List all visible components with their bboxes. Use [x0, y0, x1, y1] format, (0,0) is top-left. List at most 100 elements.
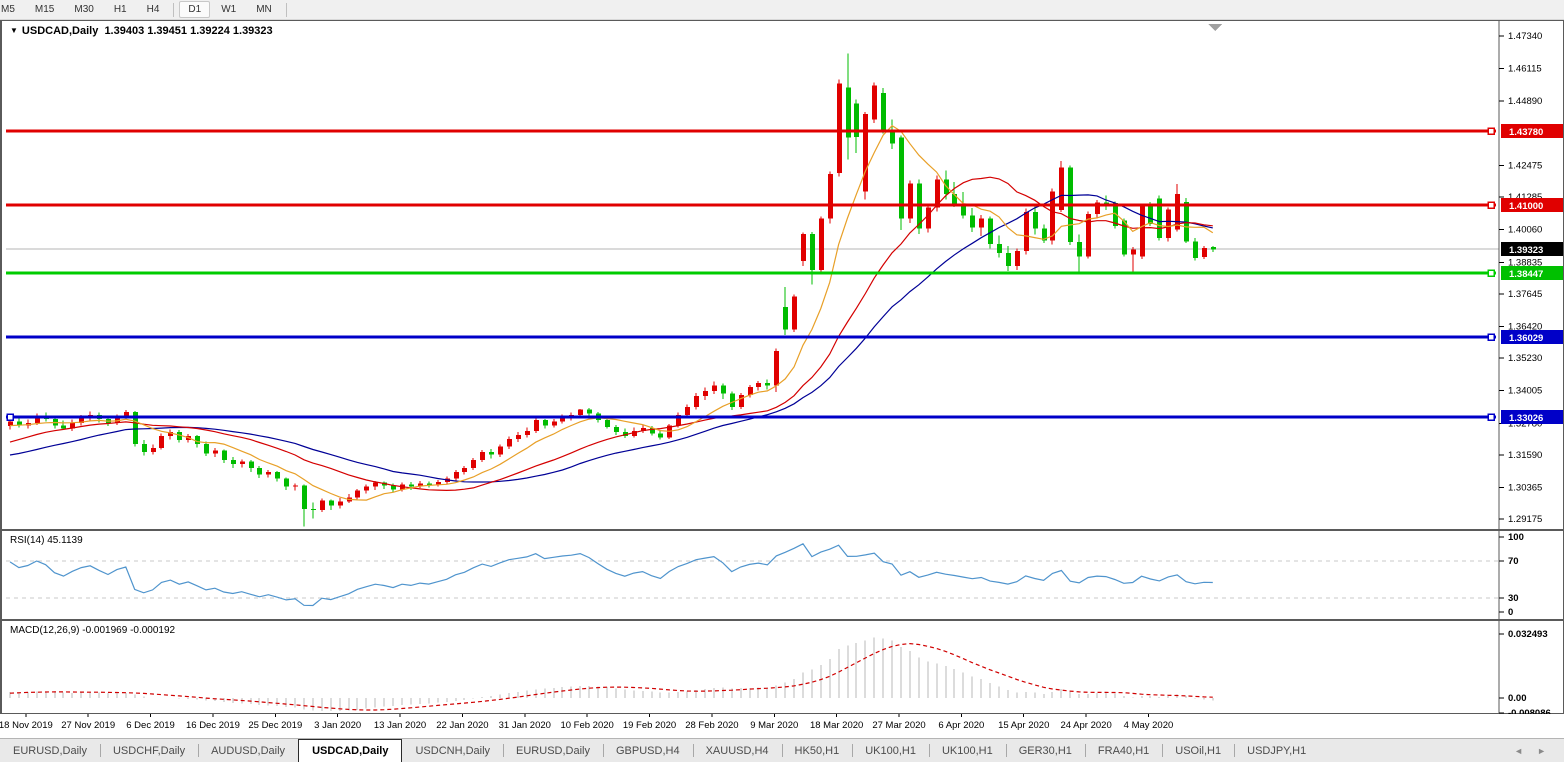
candle-body	[658, 433, 663, 437]
date-tick-label: 6 Apr 2020	[938, 720, 984, 731]
candle-body	[1148, 205, 1153, 224]
toolbar-separator	[173, 3, 174, 17]
candle-body	[614, 427, 619, 432]
scroll-right-icon[interactable]: ►	[1537, 746, 1546, 756]
line-handle[interactable]	[1488, 270, 1494, 276]
line-handle[interactable]	[1488, 202, 1494, 208]
timeframe-button-m30[interactable]: M30	[65, 1, 102, 18]
tab-usdjpy-h1[interactable]: USDJPY,H1	[1234, 739, 1319, 762]
chart-shift-marker	[1208, 24, 1222, 31]
tab-audusd-daily[interactable]: AUDUSD,Daily	[198, 739, 298, 762]
candle-body	[908, 183, 913, 218]
timeframe-button-m5[interactable]: M5	[0, 1, 24, 18]
candle-body	[204, 444, 209, 453]
candle-body	[373, 483, 378, 487]
price-tick-label: 1.42475	[1508, 160, 1542, 171]
chart-title: ▼ USDCAD,Daily 1.39403 1.39451 1.39224 1.…	[10, 25, 273, 37]
price-tick-label: 1.29175	[1508, 514, 1542, 525]
candle-body	[872, 86, 877, 120]
candle-body	[151, 448, 156, 452]
candle-body	[249, 461, 254, 468]
tab-fra40-h1[interactable]: FRA40,H1	[1085, 739, 1162, 762]
line-handle[interactable]	[1488, 334, 1494, 340]
candle-body	[516, 435, 521, 439]
timeframe-button-mn[interactable]: MN	[247, 1, 281, 18]
candle-body	[863, 114, 868, 191]
timeframe-button-h4[interactable]: H4	[138, 1, 169, 18]
date-tick-label: 13 Jan 2020	[374, 720, 426, 731]
price-chart-panel[interactable]: ▼ USDCAD,Daily 1.39403 1.39451 1.39224 1.…	[0, 20, 1564, 530]
timeframe-button-m15[interactable]: M15	[26, 1, 63, 18]
price-tick-label: 1.34005	[1508, 386, 1542, 397]
tab-uk100-h1[interactable]: UK100,H1	[852, 739, 929, 762]
candle-body	[1140, 205, 1145, 257]
time-axis[interactable]: 18 Nov 201927 Nov 20196 Dec 201916 Dec 2…	[0, 714, 1564, 738]
chart-title-text: USDCAD,Daily 1.39403 1.39451 1.39224 1.3…	[22, 25, 273, 37]
timeframe-toolbar: M5M15M30H1H4 D1W1MN	[0, 0, 1564, 20]
candle-body	[783, 307, 788, 330]
candle-body	[979, 219, 984, 228]
line-handle[interactable]	[1488, 414, 1494, 420]
rsi-tick-label: 100	[1508, 532, 1524, 543]
candle-body	[730, 394, 735, 407]
rsi-indicator-panel[interactable]: RSI(14) 45.1139 10070300	[0, 530, 1564, 620]
date-tick-label: 19 Feb 2020	[623, 720, 676, 731]
tab-uk100-h1[interactable]: UK100,H1	[929, 739, 1006, 762]
candle-body	[552, 421, 557, 425]
candle-body	[837, 84, 842, 173]
price-tick-label: 1.44890	[1508, 96, 1542, 107]
price-tick-label: 1.30365	[1508, 483, 1542, 494]
candle-body	[534, 420, 539, 431]
candle-body	[926, 207, 931, 228]
ma-fast-line	[10, 126, 1213, 500]
timeframe-button-w1[interactable]: W1	[212, 1, 245, 18]
chevron-down-icon[interactable]: ▼	[10, 26, 18, 35]
candle-body	[213, 451, 218, 454]
price-tick-label: 1.47340	[1508, 31, 1542, 42]
candle-body	[454, 472, 459, 479]
candle-body	[1211, 247, 1216, 249]
candle-body	[828, 174, 833, 218]
rsi-line	[10, 544, 1213, 606]
date-tick-label: 27 Nov 2019	[61, 720, 115, 731]
tab-hk50-h1[interactable]: HK50,H1	[782, 739, 853, 762]
tab-usoil-h1[interactable]: USOil,H1	[1162, 739, 1234, 762]
scroll-left-icon[interactable]: ◄	[1514, 746, 1523, 756]
tab-xauusd-h4[interactable]: XAUUSD,H4	[693, 739, 782, 762]
date-tick-label: 10 Feb 2020	[560, 720, 613, 731]
date-tick-label: 25 Dec 2019	[248, 720, 302, 731]
macd-indicator-panel[interactable]: MACD(12,26,9) -0.001969 -0.000192 0.0324…	[0, 620, 1564, 714]
tabs-holder: EURUSD,DailyUSDCHF,DailyAUDUSD,DailyUSDC…	[0, 739, 1319, 762]
tab-eurusd-daily[interactable]: EURUSD,Daily	[503, 739, 603, 762]
tab-usdcad-daily[interactable]: USDCAD,Daily	[298, 739, 402, 762]
tab-scroll-arrows: ◄ ►	[1514, 739, 1564, 762]
date-tick-label: 3 Jan 2020	[314, 720, 361, 731]
candle-body	[685, 407, 690, 415]
date-tick-label: 9 Mar 2020	[750, 720, 798, 731]
candle-body	[302, 485, 307, 509]
tab-usdchf-daily[interactable]: USDCHF,Daily	[100, 739, 198, 762]
candle-body	[970, 215, 975, 227]
candle-body	[61, 425, 66, 428]
candle-body	[756, 383, 761, 387]
candle-body	[364, 487, 369, 491]
candle-body	[587, 409, 592, 413]
date-tick-label: 6 Dec 2019	[126, 720, 175, 731]
tab-ger30-h1[interactable]: GER30,H1	[1006, 739, 1085, 762]
price-tick-label: 1.37645	[1508, 289, 1542, 300]
tab-gbpusd-h4[interactable]: GBPUSD,H4	[603, 739, 693, 762]
timeframe-button-h1[interactable]: H1	[105, 1, 136, 18]
tab-eurusd-daily[interactable]: EURUSD,Daily	[0, 739, 100, 762]
date-tick-label: 31 Jan 2020	[499, 720, 551, 731]
candle-body	[338, 501, 343, 505]
date-tick-label: 27 Mar 2020	[872, 720, 925, 731]
price-badge-label: 1.33026	[1509, 413, 1543, 424]
line-handle[interactable]	[7, 414, 13, 420]
timeframe-button-d1[interactable]: D1	[179, 1, 210, 18]
tab-usdcnh-daily[interactable]: USDCNH,Daily	[402, 739, 503, 762]
candle-body	[774, 351, 779, 386]
candle-body	[578, 409, 583, 414]
line-handle[interactable]	[1488, 128, 1494, 134]
candle-body	[266, 472, 271, 475]
candle-body	[801, 234, 806, 261]
